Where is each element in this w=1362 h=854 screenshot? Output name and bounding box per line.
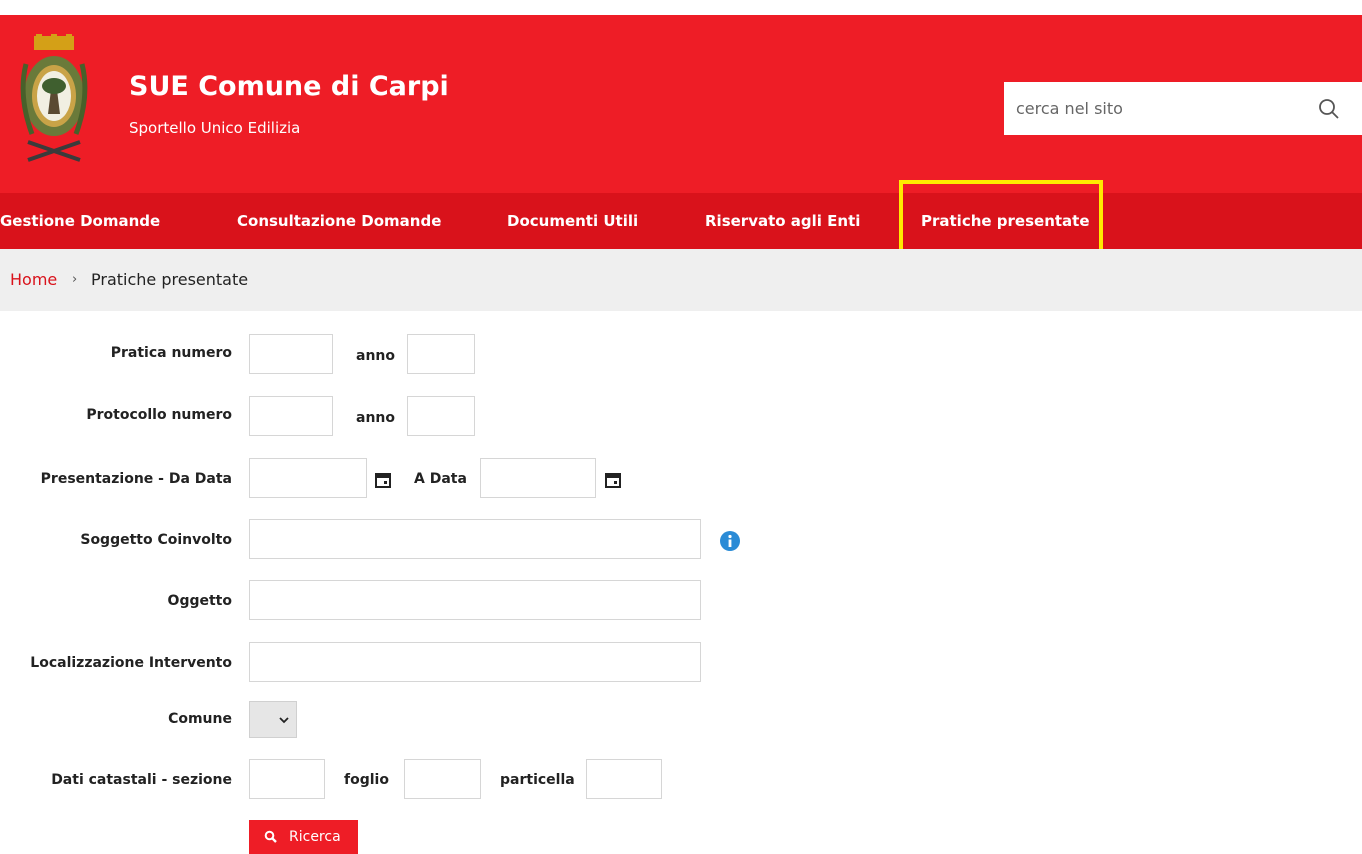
- breadcrumb: Home › Pratiche presentate: [0, 249, 1362, 311]
- nav-item-consultazione-domande[interactable]: Consultazione Domande: [237, 193, 441, 249]
- foglio-input[interactable]: [404, 759, 481, 799]
- label-protocollo-anno: anno: [356, 410, 395, 426]
- label-foglio: foglio: [344, 772, 389, 788]
- label-soggetto-coinvolto: Soggetto Coinvolto: [80, 532, 232, 548]
- soggetto-coinvolto-input[interactable]: [249, 519, 701, 559]
- site-title[interactable]: SUE Comune di Carpi: [129, 71, 449, 102]
- info-icon[interactable]: [719, 530, 741, 552]
- breadcrumb-home-link[interactable]: Home: [10, 270, 57, 289]
- ricerca-button[interactable]: Ricerca: [249, 820, 358, 854]
- sezione-input[interactable]: [249, 759, 325, 799]
- ricerca-button-label: Ricerca: [289, 829, 341, 845]
- search-icon: [264, 830, 277, 843]
- chevron-down-icon: [279, 717, 289, 724]
- site-header: SUE Comune di Carpi Sportello Unico Edil…: [0, 15, 1362, 193]
- calendar-icon[interactable]: [374, 471, 392, 489]
- nav-item-riservato-agli-enti[interactable]: Riservato agli Enti: [705, 193, 860, 249]
- label-comune: Comune: [168, 711, 232, 727]
- oggetto-input[interactable]: [249, 580, 701, 620]
- site-subtitle: Sportello Unico Edilizia: [129, 119, 301, 137]
- search-icon[interactable]: [1317, 97, 1341, 121]
- localizzazione-intervento-input[interactable]: [249, 642, 701, 682]
- nav-item-gestione-domande[interactable]: Gestione Domande: [0, 193, 160, 249]
- calendar-icon[interactable]: [604, 471, 622, 489]
- a-data-input[interactable]: [480, 458, 596, 498]
- pratica-anno-input[interactable]: [407, 334, 475, 374]
- coat-of-arms-icon[interactable]: [18, 34, 90, 168]
- search-box: [1004, 82, 1362, 135]
- nav-item-documenti-utili[interactable]: Documenti Utili: [507, 193, 638, 249]
- breadcrumb-separator: ›: [72, 272, 78, 287]
- label-a-data: A Data: [414, 471, 467, 487]
- protocollo-numero-input[interactable]: [249, 396, 333, 436]
- main-nav: Gestione Domande Consultazione Domande D…: [0, 193, 1362, 249]
- label-protocollo-numero: Protocollo numero: [86, 407, 232, 423]
- label-localizzazione-intervento: Localizzazione Intervento: [30, 655, 232, 671]
- breadcrumb-current: Pratiche presentate: [91, 270, 249, 289]
- label-pratica-numero: Pratica numero: [110, 345, 232, 361]
- comune-select[interactable]: [249, 701, 297, 738]
- label-pratica-anno: anno: [356, 348, 395, 364]
- label-oggetto: Oggetto: [167, 593, 232, 609]
- top-spacer: [0, 0, 1362, 15]
- label-presentazione-da-data: Presentazione - Da Data: [40, 471, 232, 487]
- label-particella: particella: [500, 772, 575, 788]
- label-dati-catastali-sezione: Dati catastali - sezione: [51, 772, 232, 788]
- pratica-numero-input[interactable]: [249, 334, 333, 374]
- protocollo-anno-input[interactable]: [407, 396, 475, 436]
- particella-input[interactable]: [586, 759, 662, 799]
- search-input[interactable]: [1004, 82, 1306, 135]
- nav-item-pratiche-presentate[interactable]: Pratiche presentate: [921, 193, 1090, 249]
- presentazione-da-data-input[interactable]: [249, 458, 367, 498]
